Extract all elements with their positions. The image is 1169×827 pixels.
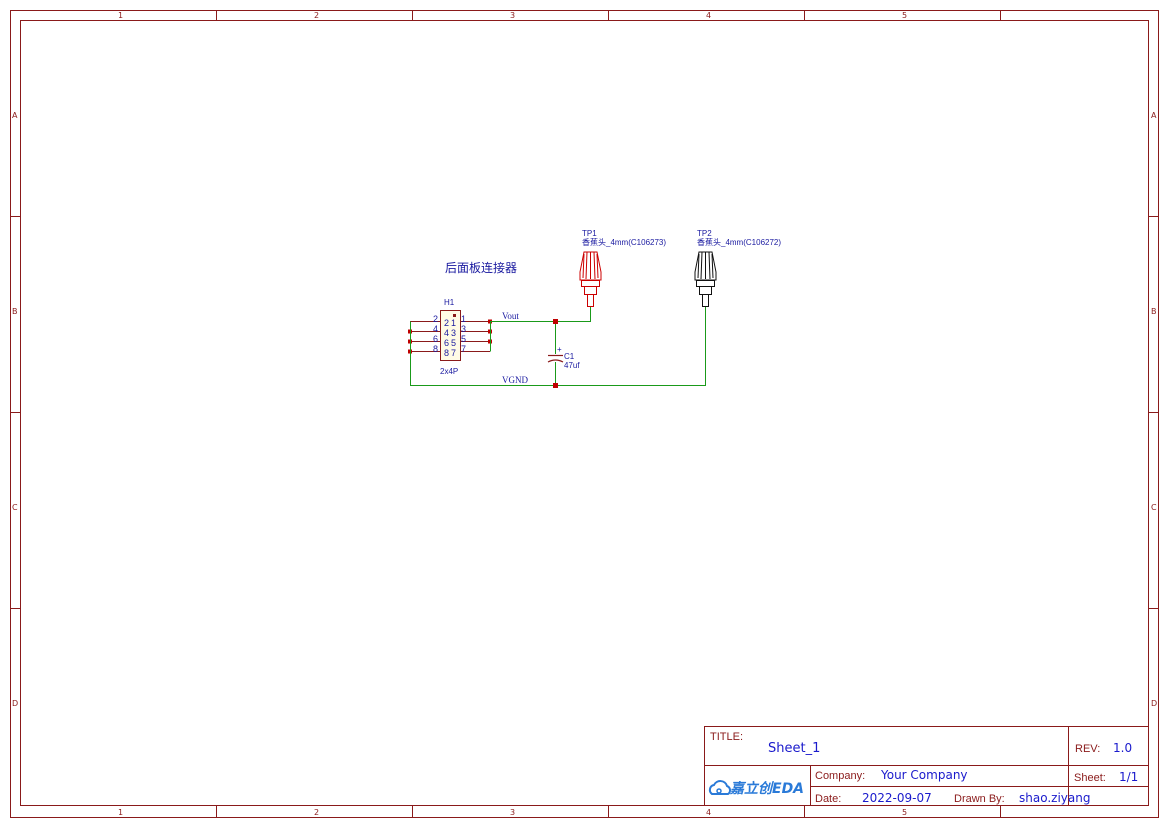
date-label: Date: xyxy=(815,793,841,805)
zone-row-left-c: C xyxy=(12,503,18,512)
h1-ref: H1 xyxy=(444,298,455,307)
junction-vgnd xyxy=(553,383,558,388)
zone-col-bottom-5: 5 xyxy=(902,808,907,817)
zone-col-top-3: 3 xyxy=(510,11,515,20)
h1-inner-left-1: 2 xyxy=(444,318,449,328)
title-value: Sheet_1 xyxy=(768,741,820,756)
rev-label: REV: xyxy=(1075,743,1100,755)
company-value: Your Company xyxy=(880,768,968,782)
h1-inner-left-4: 8 xyxy=(444,348,449,358)
h1-pin-left-1: 2 xyxy=(433,314,438,324)
c1-capacitor[interactable]: + C1 47uf xyxy=(547,345,580,370)
zone-row-left-a: A xyxy=(12,111,18,120)
h1-inner-right-1: 1 xyxy=(451,318,456,328)
tp1-ref: TP1 xyxy=(582,229,597,238)
h1-value: 2x4P xyxy=(440,367,458,376)
zone-row-left-b: B xyxy=(12,307,18,316)
tp1-value: 香蕉头_4mm(C106273) xyxy=(582,237,666,247)
h1-pin-left-4: 8 xyxy=(433,344,438,354)
rev-value: 1.0 xyxy=(1113,741,1132,755)
date-value: 2022-09-07 xyxy=(862,791,932,805)
zone-row-left-d: D xyxy=(12,699,18,708)
tp2-value: 香蕉头_4mm(C106272) xyxy=(697,237,781,247)
zone-row-right-c: C xyxy=(1151,503,1157,512)
sheet-value: 1/1 xyxy=(1119,770,1138,784)
block-label: 后面板连接器 xyxy=(445,260,517,275)
drawn-by-label: Drawn By: xyxy=(954,793,1005,805)
zone-col-top-2: 2 xyxy=(314,11,319,20)
h1-pin-right-1: 1 xyxy=(461,314,466,324)
sheet-label: Sheet: xyxy=(1074,772,1106,784)
zone-col-bottom-3: 3 xyxy=(510,808,515,817)
h1-pin-right-4: 7 xyxy=(461,344,466,354)
c1-polarity: + xyxy=(557,345,562,354)
tp1-banana-jack[interactable]: TP1 香蕉头_4mm(C106273) xyxy=(579,229,666,307)
company-label: Company: xyxy=(815,770,865,782)
zone-row-right-a: A xyxy=(1151,111,1157,120)
h1-pin-left-2: 4 xyxy=(433,324,438,334)
outer-border xyxy=(10,10,1159,818)
zone-row-right-d: D xyxy=(1151,699,1157,708)
zone-col-top-1: 1 xyxy=(118,11,123,20)
drawn-by-value: shao.ziyang xyxy=(1019,791,1090,805)
inner-border xyxy=(20,20,1149,806)
junction-vout xyxy=(553,319,558,324)
c1-value: 47uf xyxy=(564,361,580,370)
title-block: TITLE: Sheet_1 REV: 1.0 嘉立创EDA Company: … xyxy=(704,726,1149,806)
zone-col-bottom-2: 2 xyxy=(314,808,319,817)
net-label-vout: Vout xyxy=(502,311,519,321)
zone-dividers xyxy=(10,10,1159,817)
schematic-sheet: 1 2 3 4 5 1 2 3 4 5 A B C D A B C D 后面板连… xyxy=(10,10,1159,818)
h1-pin-right-3: 5 xyxy=(461,334,466,344)
h1-inner-left-2: 4 xyxy=(444,328,449,338)
h1-inner-right-3: 5 xyxy=(451,338,456,348)
h1-connector[interactable]: H1 2 4 6 8 1 3 5 7 2 4 6 8 1 3 5 7 2x4P xyxy=(408,298,492,376)
title-label: TITLE: xyxy=(710,731,743,743)
tp2-banana-jack[interactable]: TP2 香蕉头_4mm(C106272) xyxy=(694,229,781,307)
h1-inner-right-2: 3 xyxy=(451,328,456,338)
zone-col-top-5: 5 xyxy=(902,11,907,20)
zone-col-bottom-1: 1 xyxy=(118,808,123,817)
zone-row-right-b: B xyxy=(1151,307,1157,316)
h1-pin-left-3: 6 xyxy=(433,334,438,344)
tp2-ref: TP2 xyxy=(697,229,712,238)
h1-pin-right-2: 3 xyxy=(461,324,466,334)
zone-col-bottom-4: 4 xyxy=(706,808,711,817)
h1-pin1-marker xyxy=(453,314,456,317)
easyeda-logo: 嘉立创EDA xyxy=(708,780,804,797)
c1-ref: C1 xyxy=(564,352,575,361)
logo-text: 嘉立创EDA xyxy=(729,780,804,797)
zone-col-top-4: 4 xyxy=(706,11,711,20)
h1-inner-right-4: 7 xyxy=(451,348,456,358)
h1-inner-left-3: 6 xyxy=(444,338,449,348)
net-label-vgnd: VGND xyxy=(502,375,528,385)
